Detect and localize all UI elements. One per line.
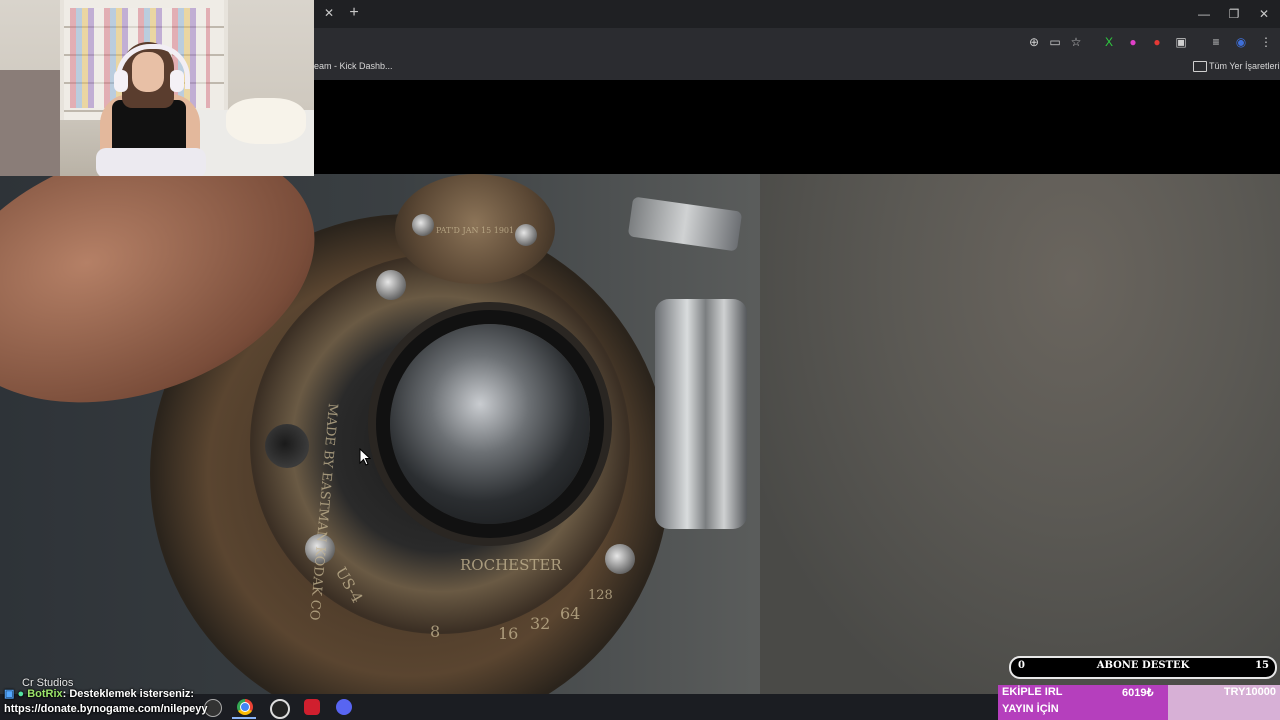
sub-goal-label: ABONE DESTEK (1096, 660, 1190, 671)
donation-title-line1: EKİPLE IRL (1002, 686, 1063, 698)
donation-current: 6019₺ (1122, 687, 1154, 699)
tab-close-icon[interactable]: ✕ (322, 6, 336, 20)
webcam-overlay (0, 0, 314, 176)
donation-title-line2: YAYIN İÇİN (1002, 703, 1059, 715)
restore-button[interactable]: ❐ (1220, 4, 1248, 24)
bed (0, 70, 60, 176)
star-icon[interactable]: ☆ (1068, 34, 1084, 50)
badge-patent: PAT'D JAN 15 1901 (436, 226, 515, 235)
headset-ear (114, 70, 128, 92)
extension-x-icon[interactable]: X (1101, 34, 1117, 50)
streamer-pants (96, 148, 206, 176)
screw (412, 214, 434, 236)
discord-icon[interactable] (336, 699, 352, 715)
screw (515, 224, 537, 246)
camera-bracket (627, 196, 743, 252)
engraving-aperture-16: 16 (498, 624, 519, 643)
cast-icon[interactable]: ▭ (1047, 34, 1063, 50)
obs-icon[interactable] (270, 699, 290, 719)
mouse-cursor-icon (359, 448, 371, 466)
engraving-aperture-8: 8 (430, 622, 441, 641)
extension-red-icon[interactable]: ● (1149, 34, 1165, 50)
minimize-button[interactable]: — (1190, 4, 1218, 24)
engraving-rochester: ROCHESTER (460, 556, 562, 574)
chat-text: : Desteklemek isterseniz: (62, 688, 195, 700)
screw (605, 544, 635, 574)
chrome-icon[interactable] (237, 699, 253, 715)
all-bookmarks-link[interactable]: Tüm Yer İşaretleri (1209, 61, 1280, 71)
sub-goal-bar: 0 ABONE DESTEK 15 (1009, 656, 1277, 679)
active-indicator (232, 717, 256, 719)
media-icon[interactable]: ≡ (1208, 34, 1224, 50)
engraving-aperture-32: 32 (530, 614, 551, 633)
extensions-puzzle-icon[interactable]: ▣ (1173, 34, 1189, 50)
chat-link: https://donate.bynogame.com/nilepeyy (4, 703, 208, 715)
chat-verified-icon: ● (17, 688, 25, 700)
new-tab-button[interactable]: + (346, 5, 362, 21)
camera-lens (390, 324, 590, 524)
engraving-aperture-128: 128 (588, 588, 613, 603)
camera-chrome-post (655, 299, 747, 529)
video-frame: ROCHESTER US-4 8 16 32 64 128 MADE BY EA… (0, 174, 1280, 694)
plush-toy (226, 98, 306, 144)
background-blur (760, 174, 1280, 694)
donation-goal: EKİPLE IRL YAYIN İÇİN 6019₺ TRY10000 (998, 685, 1280, 720)
donation-target: TRY10000 (1223, 686, 1276, 698)
folder-icon (1193, 61, 1207, 72)
menu-icon[interactable]: ⋮ (1258, 34, 1274, 50)
chat-username: BotRix (27, 688, 63, 700)
extension-pink-icon[interactable]: ● (1125, 34, 1141, 50)
zoom-icon[interactable]: ⊕ (1026, 34, 1042, 50)
camera-knob (265, 424, 309, 468)
bookmark-kick-dashboard[interactable]: eam - Kick Dashb... (314, 61, 393, 71)
chat-badge-icon: ▣ (4, 688, 15, 700)
profile-icon[interactable]: ◉ (1233, 34, 1249, 50)
close-window-button[interactable]: ✕ (1250, 4, 1278, 24)
sub-goal-target: 15 (1255, 660, 1269, 671)
headset-ear (170, 70, 184, 92)
red-app-icon[interactable] (304, 699, 320, 715)
chat-message: ▣ ● BotRix: Desteklemek isterseniz: (4, 687, 194, 700)
engraving-aperture-64: 64 (560, 604, 581, 623)
screw (376, 270, 406, 300)
